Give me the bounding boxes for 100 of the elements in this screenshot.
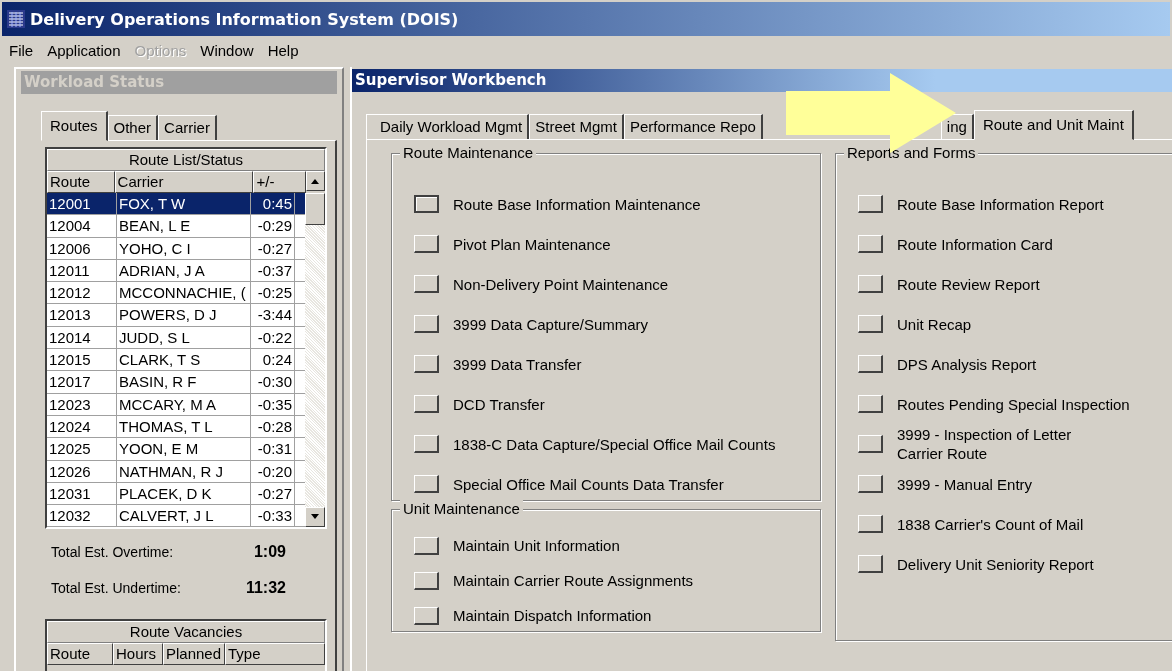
table-cell: BASIN, R F xyxy=(117,371,251,393)
scroll-up-button[interactable] xyxy=(305,171,325,191)
table-cell: YOHO, C I xyxy=(117,237,251,259)
table-cell: -0:27 xyxy=(251,237,295,259)
column-header[interactable]: Hours xyxy=(113,643,163,666)
table-cell: -3:44 xyxy=(251,304,295,326)
tab[interactable]: Performance Repo xyxy=(623,114,763,139)
item-label: Pivot Plan Maintenance xyxy=(453,234,611,254)
table-row[interactable]: 12024 THOMAS, T L -0:28 xyxy=(47,415,305,439)
table-cell: 12012 xyxy=(47,282,117,304)
table-cell: 12011 xyxy=(47,259,117,282)
table-cell: 0:45 xyxy=(251,193,295,215)
tab[interactable]: Other xyxy=(107,115,159,140)
launch-button[interactable] xyxy=(414,195,439,213)
column-header[interactable]: Route xyxy=(47,643,113,666)
table-row[interactable]: 12001 FOX, T W 0:45 xyxy=(47,193,305,216)
table-cell: THOMAS, T L xyxy=(117,415,251,438)
item-label: Maintain Dispatch Information xyxy=(453,606,652,625)
table-row[interactable]: 12023 MCCARY, M A -0:35 xyxy=(47,393,305,416)
item-label: Route Base Information Report xyxy=(897,194,1104,214)
table-row[interactable]: 12032 CALVERT, J L -0:33 xyxy=(47,505,305,528)
table-row[interactable]: 12012 MCCONNACHIE, ( -0:25 xyxy=(47,282,305,305)
table-row[interactable]: 12013 POWERS, D J -3:44 xyxy=(47,304,305,327)
column-header[interactable]: Route xyxy=(47,171,115,193)
item-label: 1838 Carrier's Count of Mail xyxy=(897,514,1084,534)
table-cell: -0:27 xyxy=(251,482,295,505)
table-cell: 12015 xyxy=(47,349,117,371)
table-cell: -0:35 xyxy=(251,393,295,415)
tab[interactable]: Daily Workload Mgmt xyxy=(366,114,530,139)
item-label: Maintain Carrier Route Assignments xyxy=(453,571,694,590)
scrollbar-thumb[interactable] xyxy=(305,193,325,225)
down-arrow-icon xyxy=(310,514,320,521)
table-row[interactable]: 12017 BASIN, R F -0:30 xyxy=(47,371,305,394)
table-row[interactable]: 12014 JUDD, S L -0:22 xyxy=(47,326,305,350)
table-cell: 12006 xyxy=(47,237,117,259)
item-label: Routes Pending Special Inspection xyxy=(897,394,1130,414)
item-label: Special Office Mail Counts Data Transfer xyxy=(453,474,724,494)
table-row[interactable]: 12025 YOON, E M -0:31 xyxy=(47,438,305,461)
item-label: Route Review Report xyxy=(897,274,1040,294)
item-label: 3999 - Inspection of Letter Carrier Route xyxy=(897,425,1072,463)
item-label: 1838-C Data Capture/Special Office Mail Counts xyxy=(453,434,776,454)
table-cell: -0:33 xyxy=(251,505,295,527)
column-header[interactable]: +/- xyxy=(253,171,306,193)
tab[interactable]: Carrier xyxy=(158,115,217,140)
table-cell: 12026 xyxy=(47,460,117,482)
table-cell: POWERS, D J xyxy=(117,304,251,326)
table-cell: 12013 xyxy=(47,304,117,326)
tab[interactable]: Routes xyxy=(41,111,108,141)
table-cell: 0:24 xyxy=(251,349,295,371)
group-title: Unit Maintenance xyxy=(400,500,523,517)
panel-title: Supervisor Workbench xyxy=(352,69,1172,92)
item-label: DPS Analysis Report xyxy=(897,354,1037,374)
table-row[interactable]: 12026 NATHMAN, R J -0:20 xyxy=(47,460,305,483)
item-label: 3999 - Manual Entry xyxy=(897,474,1033,494)
up-arrow-icon xyxy=(310,178,321,184)
tab[interactable]: Route and Unit Maint xyxy=(973,110,1134,140)
item-label: Non-Delivery Point Maintenance xyxy=(453,274,669,294)
menu-item[interactable]: File xyxy=(2,41,41,59)
table-cell: -0:29 xyxy=(251,215,295,237)
menu-item[interactable]: Window xyxy=(193,41,261,59)
menu-item[interactable]: Help xyxy=(260,41,306,59)
table-cell: 12024 xyxy=(47,415,117,438)
table-row[interactable]: 12031 PLACEK, D K -0:27 xyxy=(47,482,305,506)
item-label: 3999 Data Transfer xyxy=(453,354,582,374)
table-cell: 12023 xyxy=(47,393,117,415)
table-cell: -0:31 xyxy=(251,438,295,460)
group-title: Route Maintenance xyxy=(400,144,537,161)
scrollbar[interactable] xyxy=(305,193,325,528)
table-cell: 12004 xyxy=(47,215,117,237)
item-label: Route Information Card xyxy=(897,234,1053,254)
table-row[interactable]: 12015 CLARK, T S 0:24 xyxy=(47,349,305,372)
total-value: 1:09 xyxy=(252,543,286,562)
table-cell: MCCONNACHIE, ( xyxy=(117,282,251,304)
table-cell: BEAN, L E xyxy=(117,215,251,237)
table-title: Route Vacancies xyxy=(47,621,325,644)
table-cell: NATHMAN, R J xyxy=(117,460,251,482)
table-cell: MCCARY, M A xyxy=(117,393,251,415)
item-label: DCD Transfer xyxy=(453,394,545,414)
menu-item[interactable]: Application xyxy=(40,41,128,59)
table-cell: -0:28 xyxy=(251,415,295,438)
tab[interactable]: Street Mgmt xyxy=(529,114,624,139)
tab[interactable]: ing xyxy=(940,114,974,139)
table-row[interactable]: 12006 YOHO, C I -0:27 xyxy=(47,237,305,260)
table-row[interactable]: 12004 BEAN, L E -0:29 xyxy=(47,215,305,238)
table-cell: 12032 xyxy=(47,505,117,527)
table-cell: CALVERT, J L xyxy=(117,505,251,527)
table-cell: 12014 xyxy=(47,326,117,349)
item-label: 3999 Data Capture/Summary xyxy=(453,314,649,334)
table-row[interactable]: 12011 ADRIAN, J A -0:37 xyxy=(47,259,305,283)
window-title: Delivery Operations Information System (DOIS) xyxy=(30,9,459,29)
table-cell: FOX, T W xyxy=(117,193,251,215)
column-header[interactable]: Type xyxy=(225,643,325,666)
table-cell: 12017 xyxy=(47,371,117,393)
table-cell: 12031 xyxy=(47,482,117,505)
table-cell: ADRIAN, J A xyxy=(117,259,251,282)
column-header[interactable]: Carrier xyxy=(114,171,254,193)
item-label: Route Base Information Maintenance xyxy=(453,194,701,214)
column-header[interactable]: Planned xyxy=(163,643,225,666)
item-label: Delivery Unit Seniority Report xyxy=(897,554,1094,574)
total-label: Total Est. Undertime: xyxy=(51,580,182,597)
